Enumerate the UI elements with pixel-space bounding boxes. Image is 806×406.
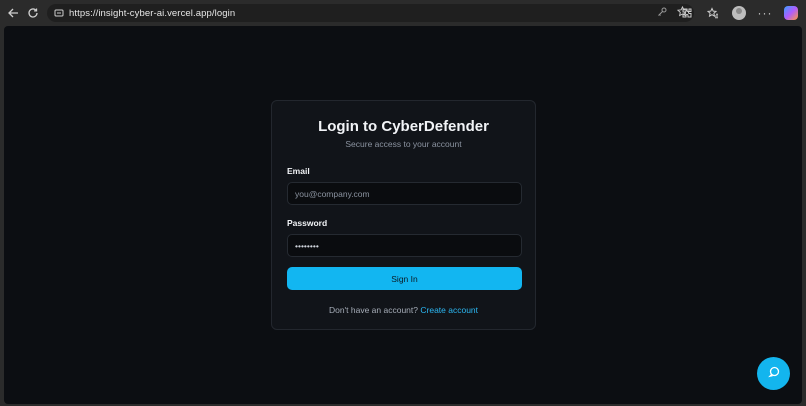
email-label: Email (287, 166, 310, 176)
page-subtitle: Secure access to your account (345, 139, 462, 149)
profile-avatar[interactable] (728, 0, 750, 26)
refresh-icon[interactable] (20, 0, 46, 26)
key-icon[interactable] (657, 4, 667, 22)
signup-prompt: Don't have an account? Create account (272, 305, 535, 315)
address-url: https://insight-cyber-ai.vercel.app/logi… (69, 7, 236, 19)
password-label: Password (287, 218, 328, 228)
login-card: Login to CyberDefender Secure access to … (271, 100, 536, 330)
copilot-icon[interactable] (780, 0, 802, 26)
favorites-icon[interactable] (702, 0, 724, 26)
extensions-icon[interactable] (676, 0, 698, 26)
sign-in-button[interactable]: Sign In (287, 267, 522, 290)
create-account-link[interactable]: Create account (420, 305, 478, 315)
browser-toolbar: https://insight-cyber-ai.vercel.app/logi… (0, 0, 806, 26)
more-icon[interactable]: ··· (754, 0, 776, 26)
password-field[interactable] (287, 234, 522, 257)
email-field[interactable] (287, 182, 522, 205)
chat-bubble-icon (767, 365, 780, 383)
signup-prompt-text: Don't have an account? (328, 305, 418, 315)
site-info-icon[interactable] (53, 7, 65, 19)
chat-button[interactable] (757, 357, 790, 390)
page-title: Login to CyberDefender (318, 118, 489, 135)
address-bar[interactable]: https://insight-cyber-ai.vercel.app/logi… (47, 4, 694, 22)
page-viewport: Login to CyberDefender Secure access to … (4, 26, 802, 404)
